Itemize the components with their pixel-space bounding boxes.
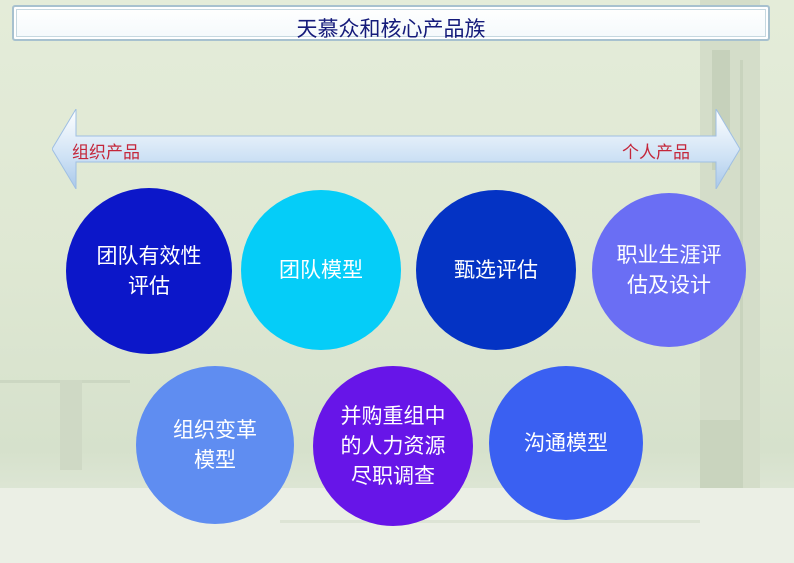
product-label: 团队有效性 评估: [96, 244, 202, 298]
product-label: 组织变革 模型: [173, 418, 257, 472]
product-label: 甄选评估: [454, 258, 538, 282]
product-label: 职业生涯评 估及设计: [616, 243, 722, 297]
org-products-label: 组织产品: [72, 143, 140, 163]
product-label: 并购重组中 的人力资源 尽职调查: [340, 404, 446, 488]
product-circle-selection-assessment: 甄选评估: [416, 190, 576, 350]
product-circle-career-assessment: 职业生涯评 估及设计: [592, 193, 746, 347]
product-circle-team-effectiveness: 团队有效性 评估: [66, 188, 232, 354]
title-bar: 天慕众和核心产品族: [12, 5, 770, 41]
product-circle-team-model: 团队模型: [241, 190, 401, 350]
product-circle-ma-due-diligence: 并购重组中 的人力资源 尽职调查: [313, 366, 473, 526]
product-label: 团队模型: [279, 258, 363, 282]
personal-products-label: 个人产品: [622, 143, 690, 163]
product-circle-communication-model: 沟通模型: [489, 366, 643, 520]
product-circle-org-change-model: 组织变革 模型: [136, 366, 294, 524]
page-title: 天慕众和核心产品族: [296, 17, 486, 41]
product-label: 沟通模型: [524, 431, 608, 455]
